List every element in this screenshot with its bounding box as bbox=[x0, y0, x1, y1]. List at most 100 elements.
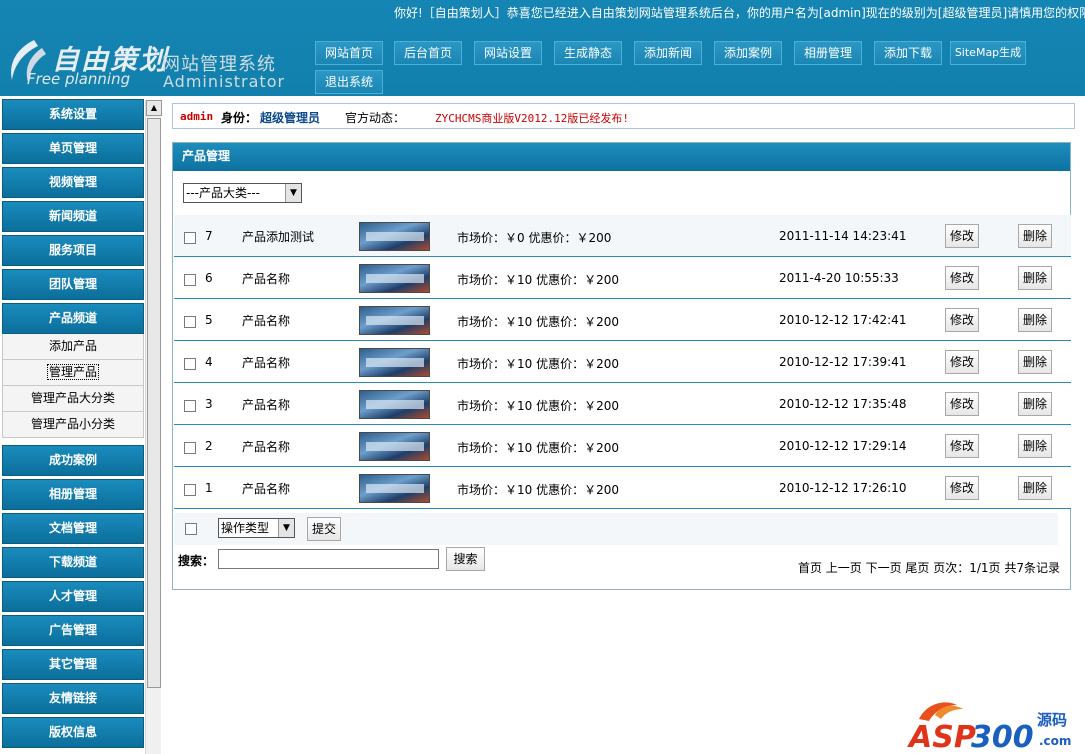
nav-site-settings-button[interactable]: 网站设置 bbox=[474, 41, 542, 65]
sidebar-item-documents[interactable]: 文档管理 bbox=[2, 513, 144, 544]
product-name: 产品添加测试 bbox=[242, 230, 315, 244]
search-input[interactable] bbox=[218, 549, 439, 569]
edit-button[interactable]: 修改 bbox=[945, 266, 979, 290]
sidebar-item-news[interactable]: 新闻频道 bbox=[2, 201, 144, 232]
product-thumbnail[interactable] bbox=[359, 474, 430, 503]
submit-button[interactable]: 提交 bbox=[307, 517, 341, 541]
official-news-link[interactable]: ZYCHCMS商业版V2012.12版已经发布! bbox=[435, 110, 629, 126]
search-button[interactable]: 搜索 bbox=[446, 547, 485, 571]
sidebar-item-cases[interactable]: 成功案例 bbox=[2, 445, 144, 476]
nav-sitemap-button[interactable]: SiteMap生成 bbox=[950, 41, 1026, 65]
nav-site-home-button[interactable]: 网站首页 bbox=[315, 41, 383, 65]
nav-admin-home-button[interactable]: 后台首页 bbox=[394, 41, 462, 65]
product-time: 2010-12-12 17:26:10 bbox=[779, 481, 907, 495]
product-thumbnail[interactable] bbox=[359, 306, 430, 335]
row-checkbox[interactable] bbox=[184, 316, 196, 328]
row-checkbox[interactable] bbox=[184, 442, 196, 454]
delete-button[interactable]: 删除 bbox=[1018, 392, 1052, 416]
svg-text:300: 300 bbox=[971, 720, 1034, 752]
delete-button[interactable]: 删除 bbox=[1018, 434, 1052, 458]
product-panel: 产品管理 ---产品大类--- ▼ 7 产品添加测试 市场价：￥0 优惠价：￥200… bbox=[172, 142, 1071, 590]
operation-type-value: 操作类型 bbox=[221, 521, 270, 535]
row-checkbox[interactable] bbox=[184, 358, 196, 370]
sidebar-item-ads[interactable]: 广告管理 bbox=[2, 615, 144, 646]
product-thumbnail[interactable] bbox=[359, 348, 430, 377]
logo-en-subtitle: Administrator bbox=[163, 72, 286, 91]
nav-add-download-button[interactable]: 添加下载 bbox=[874, 41, 942, 65]
product-name: 产品名称 bbox=[242, 482, 291, 496]
chevron-down-icon: ▼ bbox=[285, 184, 301, 202]
product-thumbnail[interactable] bbox=[359, 432, 430, 461]
select-all-checkbox[interactable] bbox=[185, 523, 197, 535]
product-id: 7 bbox=[205, 229, 213, 243]
product-price: 市场价：￥10 优惠价：￥200 bbox=[457, 483, 619, 497]
sidebar-sub-manage-small-category[interactable]: 管理产品小分类 bbox=[2, 412, 144, 438]
sidebar-item-album[interactable]: 相册管理 bbox=[2, 479, 144, 510]
row-checkbox[interactable] bbox=[184, 274, 196, 286]
current-username: admin bbox=[180, 110, 214, 123]
delete-button[interactable]: 删除 bbox=[1018, 266, 1052, 290]
edit-button[interactable]: 修改 bbox=[945, 392, 979, 416]
sidebar-item-services[interactable]: 服务项目 bbox=[2, 235, 144, 266]
product-time: 2010-12-12 17:42:41 bbox=[779, 313, 907, 327]
table-row: 4 产品名称 市场价：￥10 优惠价：￥200 2010-12-12 17:39:41… bbox=[174, 341, 1071, 383]
product-price: 市场价：￥10 优惠价：￥200 bbox=[457, 399, 619, 413]
sidebar-scrollbar[interactable]: ▲ bbox=[145, 100, 162, 754]
status-bar: admin 身份： 超级管理员 官方动态： ZYCHCMS商业版V2012.12… bbox=[172, 103, 1075, 129]
product-thumbnail[interactable] bbox=[359, 264, 430, 293]
product-thumbnail[interactable] bbox=[359, 222, 430, 251]
nav-add-case-button[interactable]: 添加案例 bbox=[714, 41, 782, 65]
product-time: 2010-12-12 17:35:48 bbox=[779, 397, 907, 411]
sidebar-sub-add-product[interactable]: 添加产品 bbox=[2, 334, 144, 360]
category-select[interactable]: ---产品大类--- ▼ bbox=[183, 183, 302, 203]
sidebar-item-other[interactable]: 其它管理 bbox=[2, 649, 144, 680]
product-time: 2011-11-14 14:23:41 bbox=[779, 229, 907, 243]
operation-type-select[interactable]: 操作类型 ▼ bbox=[218, 518, 295, 538]
sidebar-item-copyright[interactable]: 版权信息 bbox=[2, 717, 144, 748]
table-row: 2 产品名称 市场价：￥10 优惠价：￥200 2010-12-12 17:29:14… bbox=[174, 425, 1071, 467]
product-name: 产品名称 bbox=[242, 314, 291, 328]
panel-title: 产品管理 bbox=[173, 143, 1070, 171]
nav-album-manage-button[interactable]: 相册管理 bbox=[794, 41, 862, 65]
top-header: 你好!［自由策划人］恭喜您已经进入自由策划网站管理系统后台，你的用户名为[adm… bbox=[0, 0, 1085, 96]
delete-button[interactable]: 删除 bbox=[1018, 350, 1052, 374]
nav-logout-button[interactable]: 退出系统 bbox=[315, 70, 383, 94]
svg-text:源码: 源码 bbox=[1037, 711, 1067, 729]
pagination[interactable]: 首页 上一页 下一页 尾页 页次：1/1页 共7条记录 bbox=[798, 559, 1060, 576]
sidebar-item-friend-links[interactable]: 友情链接 bbox=[2, 683, 144, 714]
delete-button[interactable]: 删除 bbox=[1018, 308, 1052, 332]
delete-button[interactable]: 删除 bbox=[1018, 224, 1052, 248]
edit-button[interactable]: 修改 bbox=[945, 350, 979, 374]
product-name: 产品名称 bbox=[242, 272, 291, 286]
nav-generate-static-button[interactable]: 生成静态 bbox=[554, 41, 622, 65]
sidebar-sub-manage-big-category[interactable]: 管理产品大分类 bbox=[2, 386, 144, 412]
sidebar-item-downloads[interactable]: 下载频道 bbox=[2, 547, 144, 578]
sidebar-sub-manage-product[interactable]: 管理产品 bbox=[2, 360, 144, 386]
sidebar-item-products[interactable]: 产品频道 bbox=[2, 303, 144, 334]
sidebar-item-video[interactable]: 视频管理 bbox=[2, 167, 144, 198]
table-row: 6 产品名称 市场价：￥10 优惠价：￥200 2011-4-20 10:55:33 修… bbox=[174, 257, 1071, 299]
row-checkbox[interactable] bbox=[184, 484, 196, 496]
scrollbar-thumb[interactable] bbox=[147, 118, 161, 688]
row-checkbox[interactable] bbox=[184, 400, 196, 412]
table-row: 7 产品添加测试 市场价：￥0 优惠价：￥200 2011-11-14 14:23:4… bbox=[174, 215, 1071, 257]
nav-add-news-button[interactable]: 添加新闻 bbox=[634, 41, 702, 65]
row-checkbox[interactable] bbox=[184, 232, 196, 244]
scroll-up-arrow-icon[interactable]: ▲ bbox=[146, 100, 162, 116]
sidebar-item-team[interactable]: 团队管理 bbox=[2, 269, 144, 300]
edit-button[interactable]: 修改 bbox=[945, 224, 979, 248]
product-thumbnail[interactable] bbox=[359, 390, 430, 419]
delete-button[interactable]: 删除 bbox=[1018, 476, 1052, 500]
sidebar-item-talent[interactable]: 人才管理 bbox=[2, 581, 144, 612]
category-select-value: ---产品大类--- bbox=[186, 186, 260, 200]
product-id: 2 bbox=[205, 439, 213, 453]
edit-button[interactable]: 修改 bbox=[945, 476, 979, 500]
product-time: 2011-4-20 10:55:33 bbox=[779, 271, 899, 285]
product-id: 4 bbox=[205, 355, 213, 369]
svg-text:ASP: ASP bbox=[907, 720, 976, 752]
sidebar-item-system-settings[interactable]: 系统设置 bbox=[2, 99, 144, 130]
product-id: 6 bbox=[205, 271, 213, 285]
edit-button[interactable]: 修改 bbox=[945, 308, 979, 332]
edit-button[interactable]: 修改 bbox=[945, 434, 979, 458]
sidebar-item-single-page[interactable]: 单页管理 bbox=[2, 133, 144, 164]
